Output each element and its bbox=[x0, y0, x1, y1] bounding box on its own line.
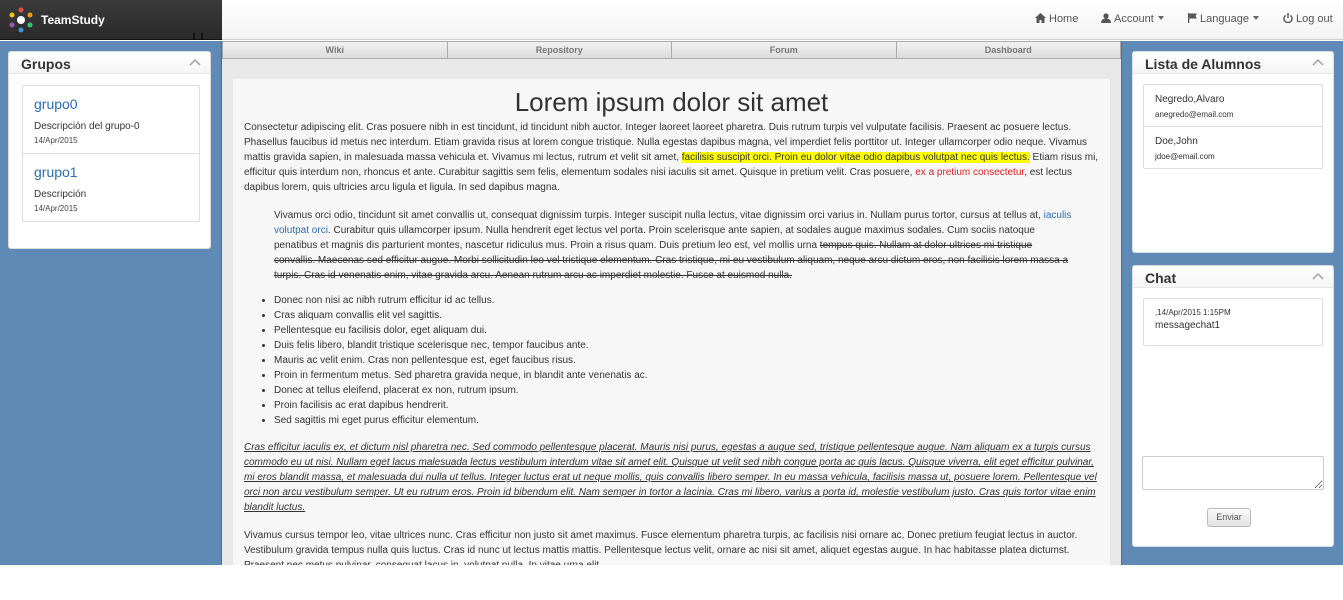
grupos-title: Grupos bbox=[21, 56, 71, 72]
brand-marker bbox=[193, 33, 205, 39]
article-title: Lorem ipsum dolor sit amet bbox=[514, 87, 829, 117]
alumno-list: Negredo,Alvaro anegredo@email.com Doe,Jo… bbox=[1143, 84, 1323, 169]
group-date: 14/Apr/2015 bbox=[34, 204, 78, 213]
flag-icon bbox=[1188, 13, 1197, 23]
list-item: Sed sagittis mi eget purus efficitur ele… bbox=[274, 413, 1099, 428]
group-name-link[interactable]: grupo0 bbox=[34, 96, 188, 112]
brand-name[interactable]: TeamStudy bbox=[41, 13, 105, 27]
grupos-panel-header: Grupos bbox=[9, 52, 210, 74]
red-text: ex a pretium consectetur bbox=[915, 167, 1025, 178]
chevron-up-icon[interactable] bbox=[1312, 57, 1324, 67]
nav-language-dropdown[interactable]: Language bbox=[1188, 13, 1259, 25]
group-item[interactable]: grupo0 Descripción del grupo-0 14/Apr/20… bbox=[23, 86, 199, 154]
chevron-up-icon[interactable] bbox=[1312, 271, 1324, 281]
chat-panel-header: Chat bbox=[1133, 266, 1333, 288]
group-description: Descripción bbox=[34, 189, 87, 200]
section-tabs: Wiki Repository Forum Dashboard bbox=[222, 41, 1121, 59]
tab-wiki[interactable]: Wiki bbox=[222, 41, 448, 59]
list-item: Duis felis libero, blandit tristique sce… bbox=[274, 338, 1099, 353]
group-item[interactable]: grupo1 Descripción 14/Apr/2015 bbox=[23, 154, 199, 221]
wiki-article: Lorem ipsum dolor sit amet Consectetur a… bbox=[233, 79, 1110, 565]
send-button[interactable]: Enviar bbox=[1207, 508, 1251, 527]
article-paragraph-italic: Cras efficitur iaculis ex, et dictum nis… bbox=[244, 442, 1097, 513]
nav-home-label: Home bbox=[1049, 13, 1079, 25]
alumno-name: Negredo,Alvaro bbox=[1155, 94, 1225, 105]
chevron-down-icon bbox=[1157, 16, 1164, 20]
alumno-item[interactable]: Doe,John jdoe@email.com bbox=[1144, 127, 1322, 168]
group-list: grupo0 Descripción del grupo-0 14/Apr/20… bbox=[22, 85, 200, 222]
nav-language-label: Language bbox=[1200, 13, 1249, 25]
list-item: Proin in fermentum metus. Sed pharetra g… bbox=[274, 368, 1099, 383]
list-item: Pellentesque eu facilisis dolor, eget al… bbox=[274, 323, 1099, 338]
user-icon bbox=[1101, 13, 1111, 23]
alumno-name: Doe,John bbox=[1155, 136, 1198, 147]
alumno-email: anegredo@email.com bbox=[1155, 110, 1234, 119]
list-item: Donec non nisi ac nibh rutrum efficitur … bbox=[274, 293, 1099, 308]
nav-logout-link[interactable]: Log out bbox=[1283, 13, 1333, 25]
chevron-up-icon[interactable] bbox=[189, 57, 201, 67]
nav-home-link[interactable]: Home bbox=[1035, 13, 1078, 25]
alumnos-panel: Lista de Alumnos Negredo,Alvaro anegredo… bbox=[1132, 51, 1334, 253]
power-icon bbox=[1283, 13, 1293, 23]
article-bullet-list: Donec non nisi ac nibh rutrum efficitur … bbox=[274, 293, 1099, 428]
alumnos-title: Lista de Alumnos bbox=[1145, 56, 1262, 72]
text-run: Vivamus orci odio, tincidunt sit amet co… bbox=[274, 210, 1044, 221]
chat-message-time: ,14/Apr/2015 1:15PM bbox=[1155, 308, 1231, 317]
teamstudy-logo-icon[interactable] bbox=[8, 7, 34, 33]
grupos-panel: Grupos grupo0 Descripción del grupo-0 14… bbox=[8, 51, 211, 249]
chevron-down-icon bbox=[1252, 16, 1259, 20]
top-navbar: Home Account Language Log out bbox=[222, 0, 1343, 40]
list-item: Proin facilisis ac erat dapibus hendreri… bbox=[274, 398, 1099, 413]
alumnos-panel-header: Lista de Alumnos bbox=[1133, 52, 1333, 74]
list-item: Cras aliquam convallis elit vel sagittis… bbox=[274, 308, 1099, 323]
list-item: Donec at tellus eleifend, placerat ex no… bbox=[274, 383, 1099, 398]
alumno-item[interactable]: Negredo,Alvaro anegredo@email.com bbox=[1144, 85, 1322, 127]
list-item: Mauris ac velit enim. Cras non pellentes… bbox=[274, 353, 1099, 368]
tab-repository[interactable]: Repository bbox=[447, 41, 672, 59]
tab-dashboard[interactable]: Dashboard bbox=[896, 41, 1121, 59]
group-name-link[interactable]: grupo1 bbox=[34, 164, 188, 180]
home-icon bbox=[1035, 13, 1046, 23]
chat-message: ,14/Apr/2015 1:15PM messagechat1 bbox=[1143, 298, 1323, 346]
chat-message-text: messagechat1 bbox=[1155, 320, 1221, 331]
alumno-email: jdoe@email.com bbox=[1155, 152, 1215, 161]
chat-title: Chat bbox=[1145, 270, 1177, 286]
article-paragraph: Vivamus cursus tempor leo, vitae ultrice… bbox=[244, 530, 1078, 565]
group-description: Descripción del grupo-0 bbox=[34, 121, 140, 132]
nav-logout-label: Log out bbox=[1296, 13, 1333, 25]
chat-panel: Chat ,14/Apr/2015 1:15PM messagechat1 En… bbox=[1132, 265, 1334, 547]
group-date: 14/Apr/2015 bbox=[34, 136, 78, 145]
nav-account-dropdown[interactable]: Account bbox=[1101, 13, 1164, 25]
article-paragraph: Consectetur adipiscing elit. Cras posuer… bbox=[244, 120, 1099, 195]
tab-forum[interactable]: Forum bbox=[672, 41, 897, 59]
article-blockquote: Vivamus orci odio, tincidunt sit amet co… bbox=[274, 208, 1074, 283]
brand-bar: TeamStudy bbox=[0, 0, 222, 40]
nav-account-label: Account bbox=[1114, 13, 1154, 25]
chat-input[interactable] bbox=[1142, 456, 1324, 490]
highlighted-text: facilisis suscipit orci. Proin eu dolor … bbox=[681, 152, 1030, 163]
